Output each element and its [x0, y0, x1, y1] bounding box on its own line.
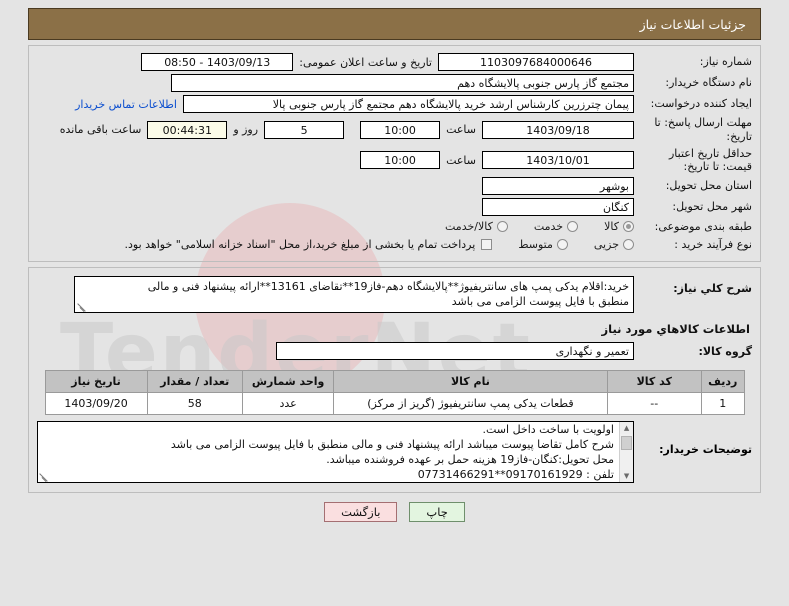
city-label: شهر محل تحویل:: [672, 200, 752, 214]
province-row: استان محل تحویل: بوشهر: [37, 177, 752, 195]
notes-line-4: تلفن : 09170161929**07731466291: [417, 467, 614, 481]
purchase-type-option-jozi-label: جزیی: [593, 238, 619, 252]
table-row: 1 -- قطعات یدکی پمپ سانتریفیوژ (گریز از …: [44, 392, 745, 416]
price-validity-date: 1403/10/01: [482, 151, 634, 170]
scroll-up-icon[interactable]: ▲: [620, 422, 633, 435]
scrollbar-thumb[interactable]: [621, 436, 632, 451]
cell-unit: عدد: [242, 392, 335, 416]
price-validity-label: حداقل تاریخ اعتبار قیمت: تا تاریخ:: [668, 146, 752, 174]
cell-row: 1: [700, 392, 745, 416]
description-row: شرح کلي نياز: خرید:اقلام یدکی پمپ های سا…: [37, 275, 752, 314]
radio-icon[interactable]: [556, 239, 568, 251]
remaining-days-label: روز و: [233, 123, 259, 137]
announce-datetime-value: 1403/09/13 - 08:50: [141, 53, 294, 71]
remaining-time-value: 00:44:31: [147, 120, 228, 139]
province-label: استان محل تحویل:: [665, 179, 752, 193]
th-quantity: تعداد / مقدار: [146, 370, 244, 394]
th-name: نام کالا: [333, 370, 608, 394]
response-deadline-date: 1403/09/18: [482, 120, 634, 139]
buyer-org-row: نام دستگاه خریدار: مجتمع گاز پارس جنوبی …: [37, 74, 752, 92]
notes-line-2: شرح کامل تقاضا پیوست میباشد ارائه پیشنها…: [170, 438, 614, 452]
classification-row: طبقه بندی موضوعی: کالا خدمت کالا/خدمت: [37, 220, 752, 234]
remaining-time-label: ساعت باقی مانده: [59, 123, 142, 137]
purchase-type-option-motavaset-label: متوسط: [518, 238, 553, 252]
classification-option-kala-khedmat-label: کالا/خدمت: [445, 220, 493, 234]
cell-code: --: [606, 392, 702, 416]
remaining-days-value: 5: [264, 120, 345, 139]
goods-group-value: تعمیر و نگهداری: [276, 342, 634, 361]
classification-option-khedmat-label: خدمت: [533, 220, 564, 234]
classification-option-kala[interactable]: کالا: [604, 220, 634, 233]
province-value: بوشهر: [482, 177, 634, 195]
description-textarea[interactable]: خرید:اقلام یدکی پمپ های سانتریفیوژ**پالا…: [74, 275, 634, 314]
city-value: کنگان: [482, 198, 634, 216]
th-unit: واحد شمارش: [242, 370, 335, 394]
buyer-notes-text: اولویت با ساخت داخل است. شرح کامل تقاضا …: [38, 422, 619, 482]
classification-label: طبقه بندی موضوعی:: [654, 220, 752, 233]
treasury-checkbox[interactable]: [481, 239, 493, 251]
classification-option-khedmat[interactable]: خدمت: [533, 220, 579, 234]
need-number-value: 1103097684000646: [438, 53, 634, 71]
price-validity-hour: 10:00: [360, 151, 441, 170]
price-validity-hour-label: ساعت: [446, 153, 476, 167]
buyer-contact-link[interactable]: اطلاعات تماس خریدار: [69, 98, 183, 111]
description-label: شرح کلي نياز:: [673, 281, 752, 295]
radio-icon[interactable]: [623, 221, 634, 233]
print-button[interactable]: چاپ: [409, 502, 465, 523]
description-goods-panel: شرح کلي نياز: خرید:اقلام یدکی پمپ های سا…: [28, 266, 761, 494]
radio-icon[interactable]: [567, 221, 579, 233]
classification-option-kala-label: کالا: [604, 220, 619, 234]
goods-group-row: گروه کالا: تعمیر و نگهداری: [37, 342, 752, 361]
buyer-notes-textarea[interactable]: اولویت با ساخت داخل است. شرح کامل تقاضا …: [37, 421, 634, 484]
radio-icon[interactable]: [496, 221, 508, 233]
table-header-row: ردیف کد کالا نام کالا واحد شمارش تعداد /…: [44, 370, 745, 394]
description-line-1: خرید:اقلام یدکی پمپ های سانتریفیوژ**پالا…: [147, 279, 629, 293]
purchase-type-option-motavaset[interactable]: متوسط: [518, 238, 568, 251]
response-deadline-row: مهلت ارسال پاسخ: تا تاریخ: 1403/09/18 سا…: [37, 116, 752, 144]
cell-date: 1403/09/20: [44, 392, 148, 416]
price-validity-row: حداقل تاریخ اعتبار قیمت: تا تاریخ: 1403/…: [37, 147, 752, 175]
buyer-notes-label: توضیحات خریدار:: [659, 443, 752, 457]
notes-scrollbar[interactable]: ▲ ▼: [619, 422, 633, 483]
notes-line-3: محل تحویل:کنگان-فاز19 هزینه حمل بر عهده …: [326, 453, 614, 467]
cell-quantity: 58: [146, 392, 244, 416]
need-info-panel: شماره نیاز: 1103097684000646 تاریخ و ساع…: [28, 45, 761, 262]
buyer-org-label: نام دستگاه خریدار:: [665, 76, 752, 90]
page-header-bar: جزئیات اطلاعات نیاز: [28, 8, 761, 40]
buyer-notes-row: توضیحات خریدار: اولویت با ساخت داخل است.…: [37, 421, 752, 484]
response-deadline-hour: 10:00: [360, 120, 441, 139]
response-deadline-hour-label: ساعت: [446, 123, 476, 137]
th-date: تاریخ نیاز: [44, 370, 148, 394]
resize-handle-icon[interactable]: [77, 302, 86, 311]
th-row: ردیف: [700, 370, 745, 394]
notes-line-1: اولویت با ساخت داخل است.: [482, 423, 615, 437]
cell-name: قطعات یدکی پمپ سانتریفیوژ (گریز از مرکز): [333, 392, 608, 416]
city-row: شهر محل تحویل: کنگان: [37, 198, 752, 216]
announce-datetime-label: تاریخ و ساعت اعلان عمومی:: [299, 55, 432, 69]
purchase-type-label: نوع فرآیند خرید :: [674, 237, 752, 251]
response-deadline-label: مهلت ارسال پاسخ: تا تاریخ:: [654, 116, 752, 143]
requester-label: ایجاد کننده درخواست:: [650, 97, 752, 111]
purchase-type-row: نوع فرآیند خرید : جزیی متوسط پرداخت تمام…: [37, 238, 752, 252]
requester-value: پیمان چترزرین کارشناس ارشد خرید پالایشگا…: [183, 95, 634, 113]
radio-icon[interactable]: [623, 239, 634, 251]
treasury-note: پرداخت تمام یا بخشی از مبلغ خرید،از محل …: [124, 238, 476, 252]
resize-handle-icon[interactable]: [39, 472, 48, 481]
goods-group-label: گروه کالا:: [698, 344, 752, 358]
purchase-type-option-jozi[interactable]: جزیی: [594, 238, 634, 251]
th-code: کد کالا: [606, 370, 702, 394]
requester-row: ایجاد کننده درخواست: پیمان چترزرین کارشن…: [37, 95, 752, 113]
goods-table: ردیف کد کالا نام کالا واحد شمارش تعداد /…: [44, 370, 745, 416]
description-line-2: منطبق با فایل پیوست الزامی می باشد: [451, 295, 629, 309]
scroll-down-icon[interactable]: ▼: [620, 470, 633, 483]
classification-option-kala-khedmat[interactable]: کالا/خدمت: [445, 220, 508, 233]
buyer-org-value: مجتمع گاز پارس جنوبی پالایشگاه دهم: [171, 74, 634, 92]
need-number-label: شماره نیاز:: [699, 55, 752, 69]
need-number-row: شماره نیاز: 1103097684000646 تاریخ و ساع…: [37, 53, 752, 71]
back-button[interactable]: بازگشت: [324, 502, 398, 523]
page-title: جزئیات اطلاعات نیاز: [639, 16, 746, 32]
action-button-bar: چاپ بازگشت: [0, 502, 789, 523]
goods-section-title: اطلاعات کالاهاي مورد نياز: [601, 322, 750, 337]
